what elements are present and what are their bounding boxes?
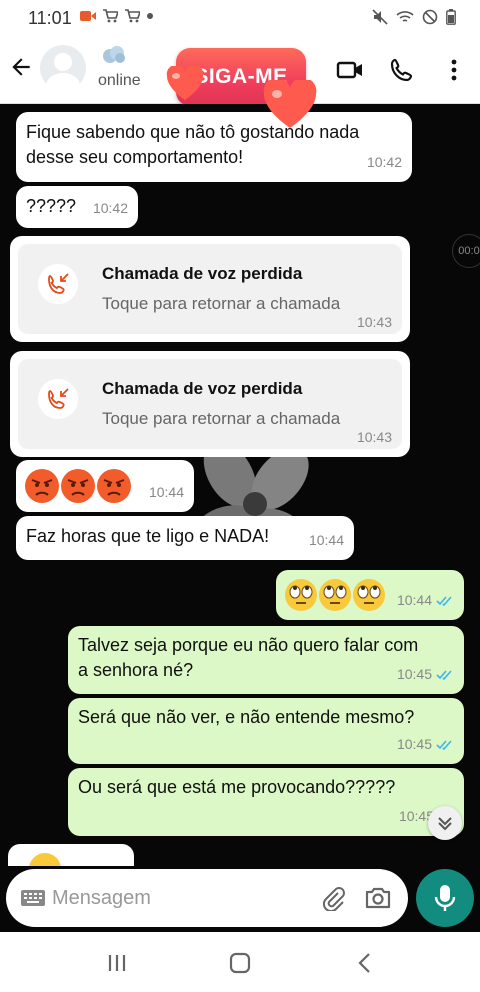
dnd-icon <box>422 9 438 25</box>
message-text-line: Fique sabendo que não tô gostando nada <box>26 122 360 142</box>
cloud-emoji-icon <box>103 46 125 63</box>
voice-call-icon[interactable] <box>388 56 416 84</box>
status-time: 11:01 <box>28 8 72 28</box>
microphone-icon <box>434 885 456 911</box>
read-ticks-icon <box>436 739 452 750</box>
avatar[interactable] <box>40 45 86 91</box>
wifi-icon <box>396 11 414 22</box>
message-text: Faz horas que te ligo e NADA! <box>26 526 270 546</box>
back-nav-icon[interactable] <box>352 950 378 976</box>
message-text: Será que não ver, e não entende mesmo? <box>78 707 415 727</box>
video-call-icon[interactable] <box>336 56 364 84</box>
cart-icon <box>125 9 140 23</box>
message-time: 10:45 <box>396 666 432 682</box>
status-bar: 11:01 <box>0 0 480 36</box>
message-incoming[interactable]: Fique sabendo que não tô gostando nada d… <box>16 112 412 182</box>
contact-status: online <box>98 72 141 89</box>
avatar-head-shape <box>54 53 72 71</box>
system-nav-bar <box>0 932 480 992</box>
missed-call-inner: Chamada de voz perdida Toque para retorn… <box>18 359 402 449</box>
message-outgoing[interactable]: Talvez seja porque eu não quero falar co… <box>68 626 464 694</box>
message-incoming[interactable]: 10:44 <box>16 460 194 512</box>
composer-bar: Mensagem <box>0 866 480 932</box>
status-right-icons <box>372 9 456 25</box>
call-subtitle: Toque para retornar a chamada <box>102 294 341 313</box>
chevron-double-down-icon <box>438 817 452 831</box>
scroll-to-bottom-button[interactable] <box>428 806 462 840</box>
chat-header: online SIGA-ME <box>0 36 480 106</box>
battery-icon <box>446 9 456 25</box>
message-time: 10:42 <box>92 200 128 216</box>
message-text: Ou será que está me provocando????? <box>78 777 396 797</box>
eye-roll-emoji-icon <box>353 579 385 611</box>
recent-apps-icon[interactable] <box>104 950 130 976</box>
missed-call-card[interactable]: Chamada de voz perdida Toque para retorn… <box>10 236 410 342</box>
read-ticks-icon <box>436 595 452 606</box>
read-ticks-icon <box>436 669 452 680</box>
message-incoming[interactable]: Faz horas que te ligo e NADA! 10:44 <box>16 516 354 560</box>
timer-badge: 00:0 <box>452 234 480 268</box>
back-arrow-icon[interactable] <box>8 54 34 80</box>
camera-icon[interactable] <box>364 885 392 911</box>
status-left-icons <box>80 9 154 23</box>
message-placeholder: Mensagem <box>52 887 151 909</box>
mute-icon <box>372 9 388 25</box>
message-input[interactable]: Mensagem <box>6 869 408 927</box>
eye-roll-emoji-icon <box>319 579 351 611</box>
message-incoming[interactable]: ????? 10:42 <box>16 186 138 228</box>
message-text-line: desse seu comportamento! <box>26 147 244 167</box>
message-outgoing[interactable]: Ou será que está me provocando????? 10:4… <box>68 768 464 836</box>
message-time: 10:44 <box>308 532 344 548</box>
chat-area[interactable]: 00:0 Fique sabendo que não tô gostando n… <box>0 104 480 866</box>
missed-call-inner: Chamada de voz perdida Toque para retorn… <box>18 244 402 334</box>
home-icon[interactable] <box>227 950 253 976</box>
cart-icon <box>103 9 118 23</box>
missed-call-icon <box>38 264 78 304</box>
message-time: 10:45 <box>396 736 432 752</box>
message-outgoing[interactable]: Será que não ver, e não entende mesmo? 1… <box>68 698 464 764</box>
missed-call-icon <box>38 379 78 419</box>
message-time: 10:44 <box>148 484 184 500</box>
voice-record-button[interactable] <box>416 869 474 927</box>
video-record-icon <box>80 11 96 21</box>
keyboard-icon[interactable] <box>20 889 46 907</box>
eye-roll-emoji-icon <box>285 579 317 611</box>
dot-icon <box>147 13 153 19</box>
emoji-partial-icon <box>29 853 61 866</box>
message-time: 10:42 <box>366 154 402 170</box>
heart-icon <box>263 80 317 128</box>
attachment-icon[interactable] <box>320 885 346 911</box>
angry-emoji-icon <box>61 469 95 503</box>
angry-emoji-icon <box>97 469 131 503</box>
call-title: Chamada de voz perdida <box>102 379 303 398</box>
call-title: Chamada de voz perdida <box>102 264 303 283</box>
message-outgoing[interactable]: 10:44 <box>276 570 464 620</box>
message-time: 10:44 <box>396 592 432 608</box>
message-time: 10:43 <box>356 429 392 445</box>
more-options-icon[interactable] <box>440 56 468 84</box>
avatar-body-shape <box>46 73 80 91</box>
heart-icon <box>166 66 204 100</box>
message-incoming-partial[interactable] <box>8 844 134 866</box>
call-subtitle: Toque para retornar a chamada <box>102 409 341 428</box>
message-time: 10:43 <box>356 314 392 330</box>
missed-call-card[interactable]: Chamada de voz perdida Toque para retorn… <box>10 351 410 457</box>
angry-emoji-icon <box>25 469 59 503</box>
message-text-line: Talvez seja porque eu não quero falar co… <box>78 635 419 655</box>
